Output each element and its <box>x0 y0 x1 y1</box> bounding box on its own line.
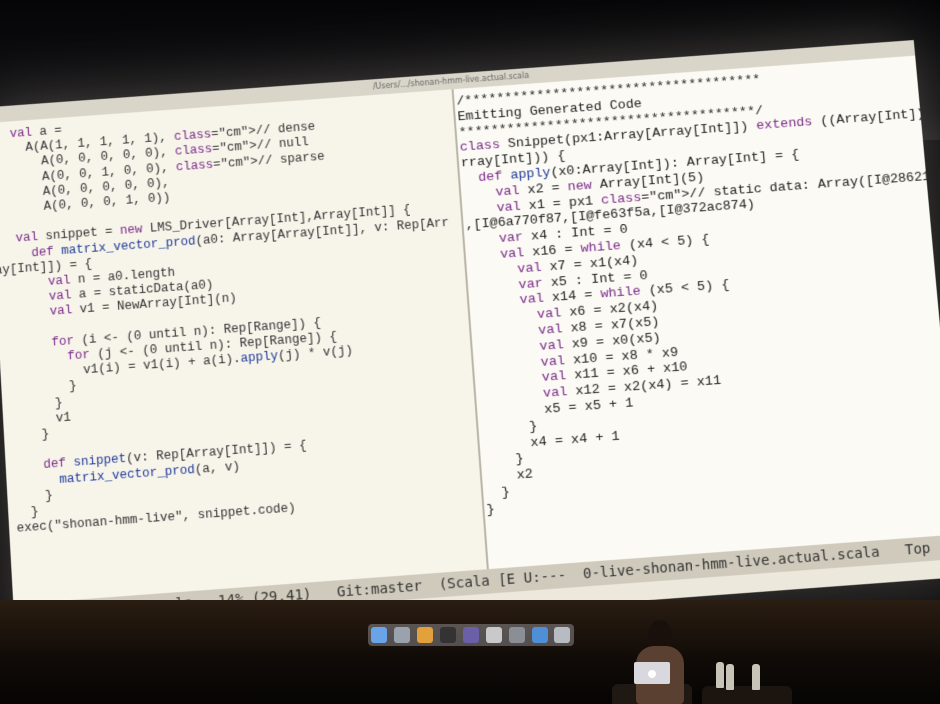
water-bottle <box>716 662 724 688</box>
apple-logo-icon <box>648 670 656 678</box>
right-code: /************************************* Em… <box>454 56 940 519</box>
preview-icon[interactable] <box>486 627 502 643</box>
laptop <box>634 662 670 684</box>
terminal-icon[interactable] <box>440 627 456 643</box>
chrome-icon[interactable] <box>417 627 433 643</box>
trash-icon[interactable] <box>554 627 570 643</box>
settings-icon[interactable] <box>509 627 525 643</box>
keynote-icon[interactable] <box>532 627 548 643</box>
water-bottle <box>752 664 760 690</box>
water-bottle <box>726 664 734 690</box>
mac-dock[interactable] <box>368 624 574 646</box>
stage-floor <box>0 600 940 704</box>
side-table <box>702 686 792 704</box>
projection-screen: /Users/.../shonan-hmm-live.actual.scala … <box>0 40 940 647</box>
left-editor-pane[interactable]: val a = A(A(1, 1, 1, 1, 1), class="cm">/… <box>0 89 487 604</box>
finder-icon[interactable] <box>371 627 387 643</box>
right-editor-pane[interactable]: /************************************* Em… <box>454 56 940 570</box>
emacs-icon[interactable] <box>463 627 479 643</box>
left-code: val a = A(A(1, 1, 1, 1, 1), class="cm">/… <box>0 89 482 538</box>
launchpad-icon[interactable] <box>394 627 410 643</box>
